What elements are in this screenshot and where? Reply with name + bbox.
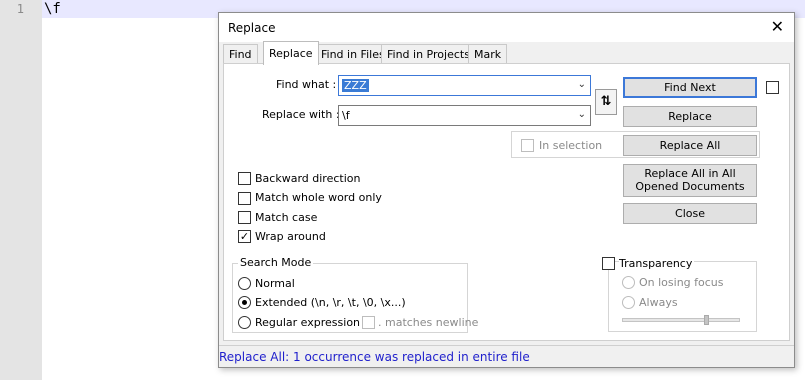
normal-label: Normal — [255, 277, 295, 290]
matches-newline-label: . matches newline — [378, 316, 479, 329]
chevron-down-icon[interactable]: ⌄ — [578, 79, 586, 90]
line-number-gutter — [0, 0, 42, 380]
match-case-label: Match case — [255, 211, 318, 224]
replace-tab-panel: Find what : ZZZ ⌄ Replace with : \f ⌄ ⇅ … — [223, 63, 790, 341]
regex-radio[interactable] — [238, 316, 251, 329]
wrap-around-label: Wrap around — [255, 230, 326, 243]
transparency-checkbox[interactable] — [602, 257, 615, 270]
matches-newline-checkbox[interactable] — [362, 316, 375, 329]
match-whole-word-checkbox[interactable] — [238, 192, 251, 205]
replace-all-button[interactable]: Replace All — [623, 135, 757, 156]
status-message: Replace All: 1 occurrence was replaced i… — [219, 350, 530, 364]
search-mode-title: Search Mode — [238, 256, 314, 269]
title-bar: Replace ✕ — [219, 13, 794, 42]
extended-label: Extended (\n, \r, \t, \0, \x...) — [255, 296, 406, 309]
chevron-down-icon[interactable]: ⌄ — [578, 109, 586, 120]
replace-button[interactable]: Replace — [623, 106, 757, 127]
backward-direction-label: Backward direction — [255, 172, 361, 185]
on-losing-focus-label: On losing focus — [639, 276, 724, 289]
close-button[interactable]: Close — [623, 203, 757, 224]
on-losing-focus-radio[interactable] — [622, 276, 635, 289]
replace-with-label: Replace with : — [262, 108, 340, 121]
line-number: 1 — [16, 2, 24, 16]
match-whole-word-label: Match whole word only — [255, 191, 382, 204]
in-selection-label: In selection — [539, 139, 603, 152]
find-what-label: Find what : — [276, 78, 337, 91]
replace-dialog: Replace ✕ Find Replace Find in Files Fin… — [218, 12, 795, 368]
swap-icon[interactable]: ⇅ — [595, 89, 617, 115]
radio-dot — [242, 300, 247, 305]
extended-radio[interactable] — [238, 296, 251, 309]
find-next-button[interactable]: Find Next — [623, 77, 757, 98]
transparency-slider[interactable] — [622, 318, 740, 322]
replace-all-opened-button[interactable]: Replace All in All Opened Documents — [623, 164, 757, 197]
normal-radio[interactable] — [238, 277, 251, 290]
always-radio[interactable] — [622, 296, 635, 309]
wrap-around-checkbox[interactable]: ✓ — [238, 230, 251, 243]
tab-find-in-projects[interactable]: Find in Projects — [381, 44, 476, 64]
always-label: Always — [639, 296, 678, 309]
tab-find-in-files[interactable]: Find in Files — [315, 44, 391, 64]
backward-direction-checkbox[interactable] — [238, 172, 251, 185]
replace-with-value: \f — [342, 109, 350, 122]
replace-with-combobox[interactable]: \f ⌄ — [338, 105, 591, 126]
tab-replace[interactable]: Replace — [263, 41, 319, 65]
dialog-title: Replace — [228, 21, 276, 35]
tab-find[interactable]: Find — [223, 44, 258, 64]
find-what-value: ZZZ — [342, 79, 369, 92]
regex-label: Regular expression — [255, 316, 361, 329]
find-what-combobox[interactable]: ZZZ ⌄ — [338, 75, 591, 96]
editor-text[interactable]: \f — [44, 1, 61, 17]
transparency-label: Transparency — [619, 257, 695, 270]
find-next-checkbox[interactable] — [766, 81, 779, 94]
tab-mark[interactable]: Mark — [468, 44, 508, 64]
match-case-checkbox[interactable] — [238, 211, 251, 224]
checkmark-icon: ✓ — [239, 230, 250, 243]
in-selection-checkbox[interactable] — [521, 139, 534, 152]
slider-thumb[interactable] — [704, 315, 709, 325]
close-icon[interactable]: ✕ — [771, 17, 784, 36]
status-bar: Replace All: 1 occurrence was replaced i… — [219, 345, 794, 367]
